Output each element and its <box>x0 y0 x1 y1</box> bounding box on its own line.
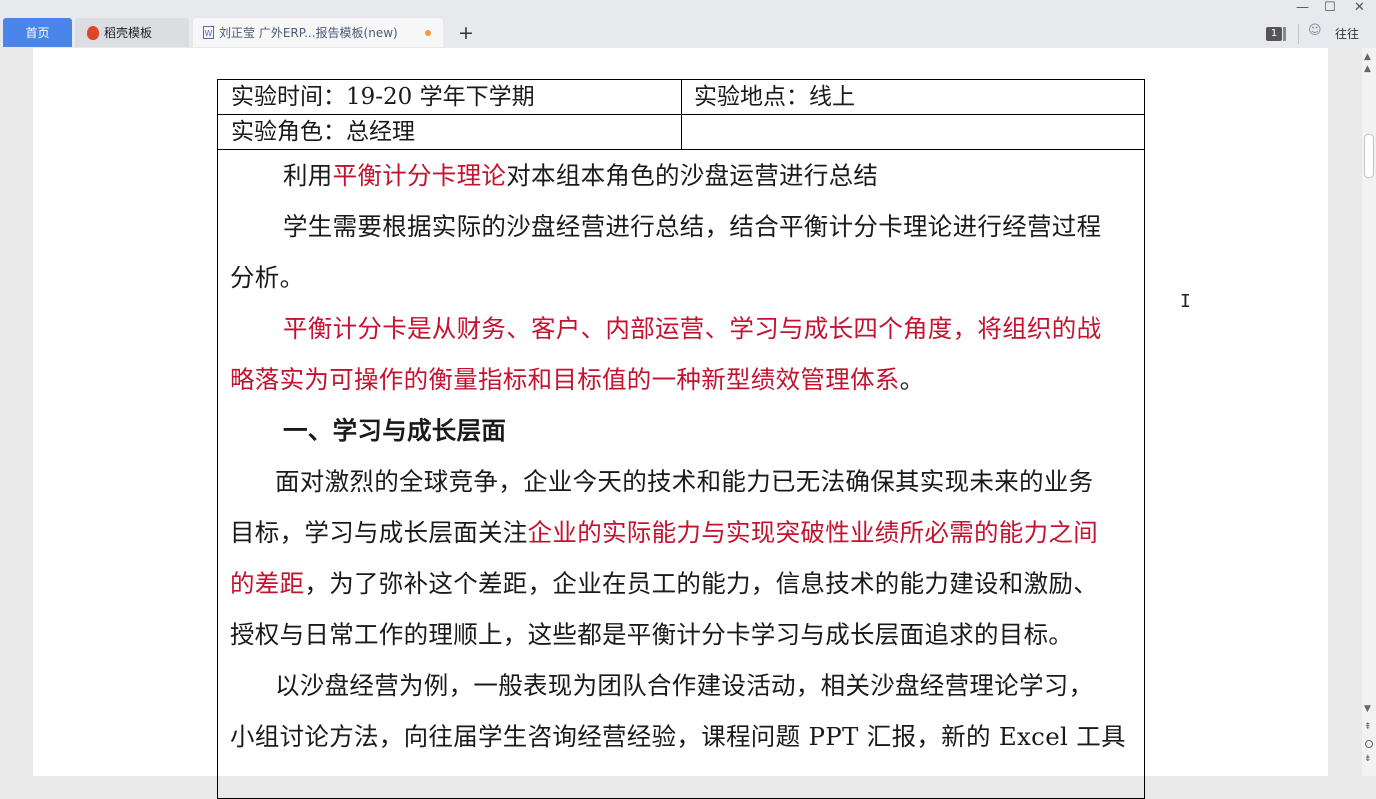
toolbar-divider <box>1298 24 1299 44</box>
experiment-time-cell[interactable]: 实验时间：19-20 学年下学期 <box>231 80 535 114</box>
prev-page-icon[interactable]: ⇞ <box>1364 722 1372 732</box>
paragraph-line: 小组讨论方法，向往届学生咨询经营经验，课程问题 PPT 汇报，新的 Excel … <box>230 722 1126 751</box>
text-run: 利用 <box>283 161 333 190</box>
highlight-text: 平衡计分卡理论 <box>332 161 507 190</box>
tab-home[interactable]: 首页 <box>3 18 72 47</box>
text-run: 目标，学习与成长层面关注 <box>230 518 528 547</box>
highlight-text: 略落实为可操作的衡量指标和目标值的一种新型绩效管理体系 <box>230 365 900 394</box>
section-heading: 一、学习与成长层面 <box>283 416 507 445</box>
paragraph-line: 目标，学习与成长层面关注企业的实际能力与实现突破性业绩所必需的能力之间 <box>230 507 1098 558</box>
account-label[interactable]: 往往 <box>1335 25 1359 42</box>
tab-daoke-label: 稻壳模板 <box>104 26 153 40</box>
tab-bar: 首页 稻壳模板 W 刘正莹 广外ERP...报告模板(new) + — ☐ ✕ … <box>0 0 1376 48</box>
paragraph-line: 授权与日常工作的理顺上，这些都是平衡计分卡学习与成长层面追求的目标。 <box>230 620 1074 649</box>
paragraph-line-red: 平衡计分卡是从财务、客户、内部运营、学习与成长四个角度，将组织的战 <box>283 314 1102 343</box>
daoke-logo-icon <box>87 25 99 40</box>
text-run: 。 <box>899 365 925 394</box>
badge-stack-icon <box>1283 27 1286 41</box>
highlight-text: 企业的实际能力与实现突破性业绩所必需的能力之间 <box>527 518 1099 547</box>
scroll-up-icon[interactable]: ▲ <box>1364 52 1371 62</box>
paragraph-line: 分析。 <box>230 263 305 292</box>
scroll-thumb[interactable] <box>1364 134 1374 178</box>
table-column-divider <box>681 80 682 150</box>
paragraph-line: 面对激烈的全球竞争，企业今天的技术和能力已无法确保其实现未来的业务 <box>275 467 1094 496</box>
maximize-button[interactable]: ☐ <box>1324 0 1336 16</box>
word-doc-icon: W <box>203 26 214 39</box>
minimize-button[interactable]: — <box>1296 0 1309 16</box>
experiment-role-cell[interactable]: 实验角色：总经理 <box>231 115 415 149</box>
paragraph-line: 略落实为可操作的衡量指标和目标值的一种新型绩效管理体系。 <box>230 354 924 405</box>
paragraph-line: 以沙盘经营为例，一般表现为团队合作建设活动，相关沙盘经营理论学习， <box>275 671 1094 700</box>
text-cursor-icon: I <box>1180 291 1191 312</box>
unsaved-dot-icon <box>425 30 431 36</box>
scroll-top-icon[interactable]: ▲ <box>1364 64 1371 74</box>
scroll-down-icon[interactable]: ▼ <box>1364 704 1371 714</box>
paragraph-line: 学生需要根据实际的沙盘经营进行总结，结合平衡计分卡理论进行经营过程 <box>283 212 1102 241</box>
experiment-place-cell[interactable]: 实验地点：线上 <box>694 80 855 114</box>
tab-document[interactable]: W 刘正莹 广外ERP...报告模板(new) <box>193 18 443 47</box>
tab-daoke-templates[interactable]: 稻壳模板 <box>75 18 189 47</box>
next-page-icon[interactable]: ⇟ <box>1364 754 1372 764</box>
browse-object-icon[interactable] <box>1365 740 1373 748</box>
window-count-badge[interactable]: 1 <box>1266 27 1282 41</box>
paragraph-intro: 利用平衡计分卡理论对本组本角色的沙盘运营进行总结 <box>283 150 878 201</box>
paragraph-line: 的差距，为了弥补这个差距，企业在员工的能力，信息技术的能力建设和激励、 <box>230 558 1098 609</box>
close-button[interactable]: ✕ <box>1354 0 1365 16</box>
text-run: 对本组本角色的沙盘运营进行总结 <box>506 161 879 190</box>
avatar-icon[interactable]: ☺ <box>1308 23 1324 41</box>
vertical-scrollbar[interactable]: ▲ ▲ ▼ ⇞ ⇟ <box>1362 48 1376 776</box>
tab-home-label: 首页 <box>25 26 50 40</box>
tab-document-label: 刘正莹 广外ERP...报告模板(new) <box>219 26 398 40</box>
highlight-text: 的差距 <box>230 569 305 598</box>
new-tab-button[interactable]: + <box>458 22 474 44</box>
text-run: ，为了弥补这个差距，企业在员工的能力，信息技术的能力建设和激励、 <box>304 569 1099 598</box>
